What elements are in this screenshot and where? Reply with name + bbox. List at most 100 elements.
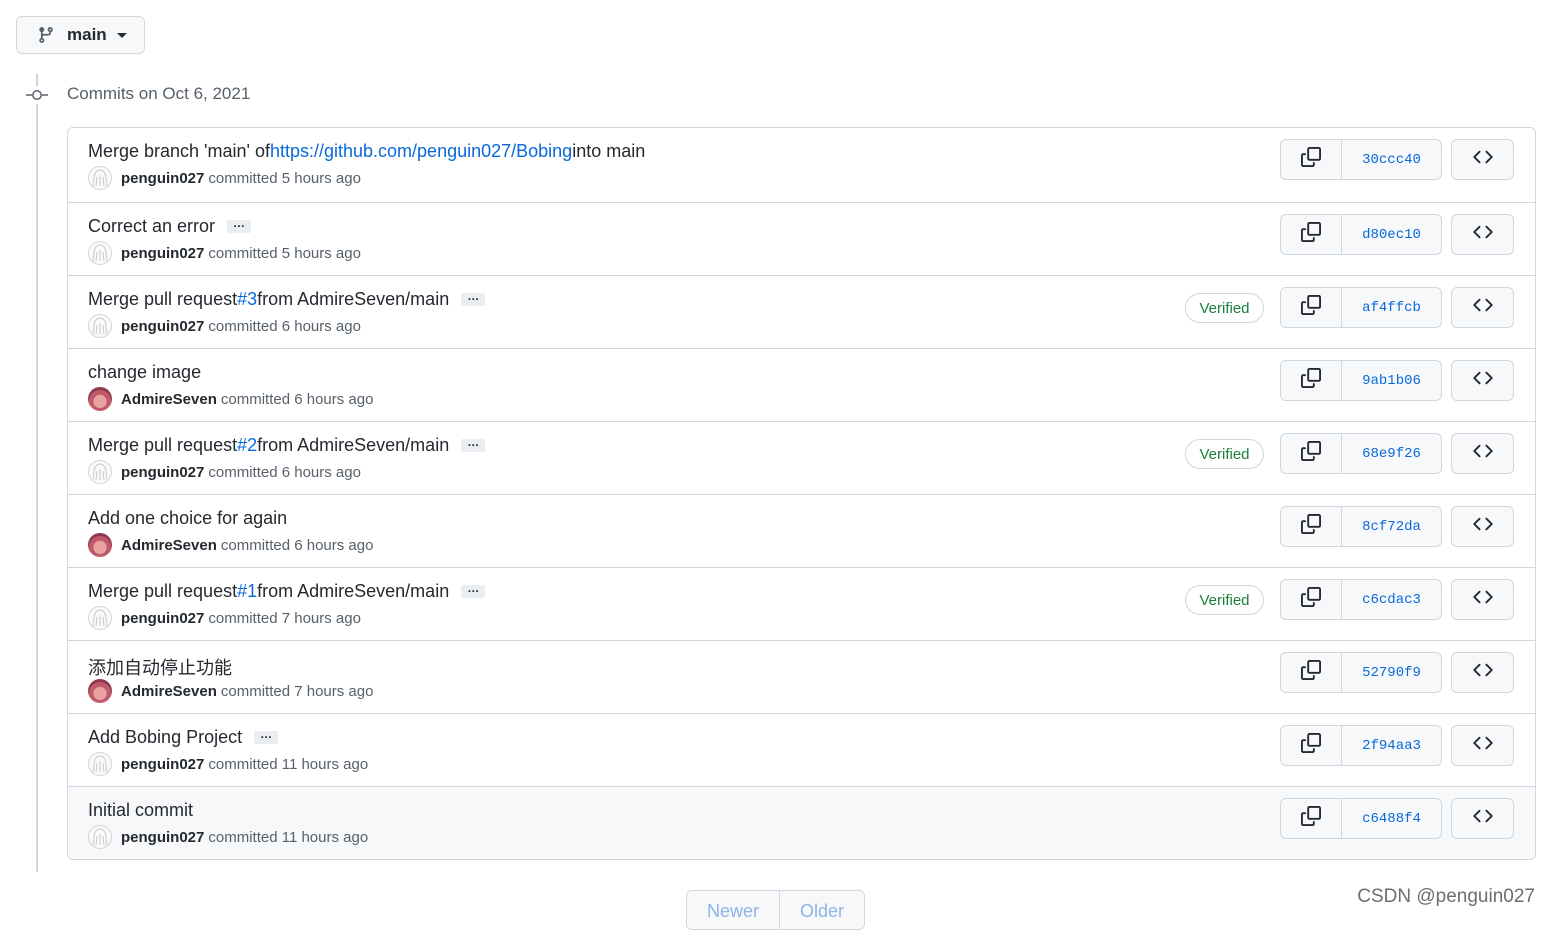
expand-message-button[interactable]: … bbox=[461, 290, 486, 306]
commit-author[interactable]: penguin027 bbox=[121, 756, 204, 773]
browse-repo-button[interactable] bbox=[1451, 287, 1514, 328]
commit-title-text[interactable]: Correct an error bbox=[88, 216, 215, 237]
commit-author[interactable]: AdmireSeven bbox=[121, 537, 217, 554]
browse-repo-button[interactable] bbox=[1451, 433, 1514, 474]
browse-repo-button[interactable] bbox=[1451, 360, 1514, 401]
avatar[interactable] bbox=[88, 460, 112, 484]
commit-title-suffix[interactable]: from AdmireSeven/main bbox=[257, 289, 449, 310]
verified-badge[interactable]: Verified bbox=[1185, 439, 1264, 469]
commit-title[interactable]: Merge pull request #3 from AdmireSeven/m… bbox=[88, 289, 486, 310]
commit-title-link[interactable]: #3 bbox=[237, 289, 257, 310]
browse-repo-button[interactable] bbox=[1451, 214, 1514, 255]
commit-title[interactable]: Merge pull request #2 from AdmireSeven/m… bbox=[88, 435, 486, 456]
copy-sha-button[interactable] bbox=[1281, 288, 1342, 327]
avatar[interactable] bbox=[88, 241, 112, 265]
commit-sha-link[interactable]: c6488f4 bbox=[1342, 799, 1441, 838]
commit-title-text[interactable]: Add one choice for again bbox=[88, 508, 287, 529]
browse-repo-button[interactable] bbox=[1451, 798, 1514, 839]
commit-title-text[interactable]: Add Bobing Project bbox=[88, 727, 242, 748]
verified-badge[interactable]: Verified bbox=[1185, 585, 1264, 615]
code-icon bbox=[1472, 806, 1493, 831]
git-branch-icon bbox=[37, 25, 55, 45]
commit-sha-link[interactable]: c6cdac3 bbox=[1342, 580, 1441, 619]
newer-button[interactable]: Newer bbox=[687, 891, 780, 929]
avatar[interactable] bbox=[88, 825, 112, 849]
commit-title-link[interactable]: #1 bbox=[237, 581, 257, 602]
copy-sha-button[interactable] bbox=[1281, 726, 1342, 765]
commit-list: Merge branch 'main' of https://github.co… bbox=[67, 127, 1536, 860]
copy-sha-button[interactable] bbox=[1281, 799, 1342, 838]
commit-title-text[interactable]: change image bbox=[88, 362, 201, 383]
copy-sha-button[interactable] bbox=[1281, 434, 1342, 473]
commit-time: 6 hours ago bbox=[294, 390, 374, 408]
browse-repo-button[interactable] bbox=[1451, 652, 1514, 693]
commit-author[interactable]: penguin027 bbox=[121, 318, 204, 335]
commit-action: committed bbox=[208, 463, 278, 481]
commit-title[interactable]: Correct an error … bbox=[88, 216, 252, 237]
commit-sha-link[interactable]: 9ab1b06 bbox=[1342, 361, 1441, 400]
watermark: CSDN @penguin027 bbox=[1357, 886, 1535, 907]
commit-group-heading: Commits on Oct 6, 2021 bbox=[67, 84, 251, 103]
browse-repo-button[interactable] bbox=[1451, 725, 1514, 766]
commit-title[interactable]: 添加自动停止功能 bbox=[88, 654, 232, 680]
avatar[interactable] bbox=[88, 606, 112, 630]
verified-badge[interactable]: Verified bbox=[1185, 293, 1264, 323]
commit-author[interactable]: AdmireSeven bbox=[121, 683, 217, 700]
commit-title-text[interactable]: Merge pull request bbox=[88, 435, 237, 456]
avatar[interactable] bbox=[88, 387, 112, 411]
sha-button-group: 8cf72da bbox=[1280, 506, 1442, 547]
expand-message-button[interactable]: … bbox=[461, 436, 486, 452]
commit-author[interactable]: penguin027 bbox=[121, 245, 204, 262]
avatar[interactable] bbox=[88, 314, 112, 338]
commit-title[interactable]: Add one choice for again bbox=[88, 508, 287, 529]
commit-title[interactable]: Merge pull request #1 from AdmireSeven/m… bbox=[88, 581, 486, 602]
branch-select-button[interactable]: main bbox=[16, 16, 145, 54]
avatar[interactable] bbox=[88, 533, 112, 557]
commit-author[interactable]: penguin027 bbox=[121, 170, 204, 187]
copy-sha-button[interactable] bbox=[1281, 653, 1342, 692]
commit-title-text[interactable]: Merge pull request bbox=[88, 289, 237, 310]
browse-repo-button[interactable] bbox=[1451, 506, 1514, 547]
commit-title[interactable]: Initial commit bbox=[88, 800, 193, 821]
commit-author[interactable]: AdmireSeven bbox=[121, 391, 217, 408]
copy-sha-button[interactable] bbox=[1281, 361, 1342, 400]
commit-action: committed bbox=[208, 609, 278, 627]
browse-repo-button[interactable] bbox=[1451, 579, 1514, 620]
commit-sha-link[interactable]: 68e9f26 bbox=[1342, 434, 1441, 473]
commit-author[interactable]: penguin027 bbox=[121, 829, 204, 846]
commit-sha-link[interactable]: d80ec10 bbox=[1342, 215, 1441, 254]
avatar[interactable] bbox=[88, 166, 112, 190]
commit-title-suffix[interactable]: from AdmireSeven/main bbox=[257, 581, 449, 602]
commit-title-suffix[interactable]: from AdmireSeven/main bbox=[257, 435, 449, 456]
commit-title-text[interactable]: Initial commit bbox=[88, 800, 193, 821]
copy-icon bbox=[1301, 660, 1321, 685]
expand-message-button[interactable]: … bbox=[227, 217, 252, 233]
avatar[interactable] bbox=[88, 679, 112, 703]
commit-sha-link[interactable]: 8cf72da bbox=[1342, 507, 1441, 546]
commit-title[interactable]: Add Bobing Project … bbox=[88, 727, 279, 748]
commit-title[interactable]: Merge branch 'main' of https://github.co… bbox=[88, 141, 645, 162]
copy-sha-button[interactable] bbox=[1281, 580, 1342, 619]
commit-title-text[interactable]: 添加自动停止功能 bbox=[88, 654, 232, 680]
commit-sha-link[interactable]: 2f94aa3 bbox=[1342, 726, 1441, 765]
commit-title-link[interactable]: #2 bbox=[237, 435, 257, 456]
expand-message-button[interactable]: … bbox=[254, 728, 279, 744]
commit-sha-link[interactable]: 52790f9 bbox=[1342, 653, 1441, 692]
copy-sha-button[interactable] bbox=[1281, 215, 1342, 254]
commit-title-suffix[interactable]: into main bbox=[572, 141, 645, 162]
browse-repo-button[interactable] bbox=[1451, 139, 1514, 180]
commit-sha-link[interactable]: 30ccc40 bbox=[1342, 140, 1441, 179]
copy-sha-button[interactable] bbox=[1281, 140, 1342, 179]
commit-title-text[interactable]: Merge pull request bbox=[88, 581, 237, 602]
commit-meta: penguin027 committed 11 hours ago bbox=[88, 752, 368, 776]
commit-sha-link[interactable]: af4ffcb bbox=[1342, 288, 1441, 327]
commit-author[interactable]: penguin027 bbox=[121, 464, 204, 481]
avatar[interactable] bbox=[88, 752, 112, 776]
commit-author[interactable]: penguin027 bbox=[121, 610, 204, 627]
commit-title-link[interactable]: https://github.com/penguin027/Bobing bbox=[270, 141, 572, 162]
expand-message-button[interactable]: … bbox=[461, 582, 486, 598]
older-button[interactable]: Older bbox=[780, 891, 864, 929]
copy-sha-button[interactable] bbox=[1281, 507, 1342, 546]
commit-title[interactable]: change image bbox=[88, 362, 201, 383]
commit-title-text[interactable]: Merge branch 'main' of bbox=[88, 141, 270, 162]
